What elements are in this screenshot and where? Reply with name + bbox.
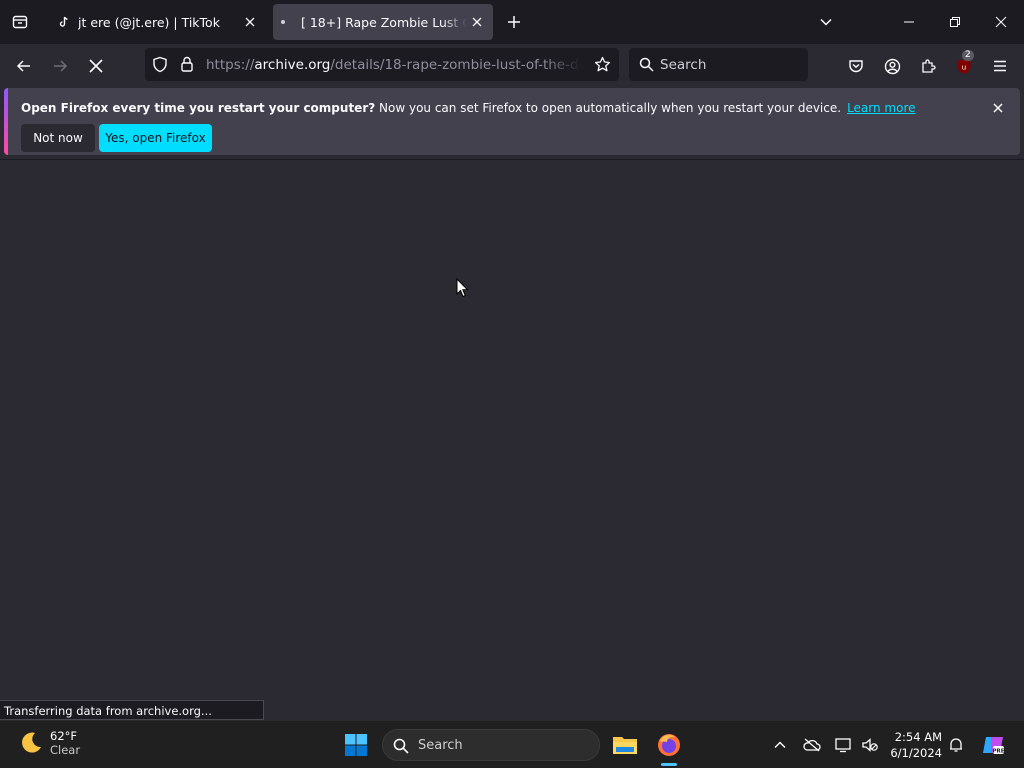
weather-temperature: 62°F <box>50 729 77 743</box>
bookmark-star-icon[interactable] <box>594 56 611 73</box>
tab-tiktok[interactable]: jt ere (@jt.ere) | TikTok <box>44 4 266 40</box>
weather-widget[interactable]: 62°F Clear <box>18 729 80 757</box>
tab-close-button[interactable] <box>469 14 485 30</box>
lock-icon <box>181 56 193 72</box>
restore-icon <box>950 17 960 27</box>
chevron-up-icon <box>774 741 786 748</box>
tab-close-button[interactable] <box>242 14 258 30</box>
firefox-view-icon <box>12 15 28 29</box>
pocket-button[interactable] <box>842 52 870 80</box>
search-icon <box>393 738 409 754</box>
arrow-left-icon <box>16 60 30 72</box>
close-icon <box>995 16 1007 28</box>
url-host: archive.org <box>254 57 331 73</box>
list-all-tabs-button[interactable] <box>814 10 838 34</box>
active-app-indicator <box>661 763 677 766</box>
stop-icon <box>89 59 103 73</box>
url-path: /details/18-rape-zombie-lust-of-the-dead… <box>330 57 581 73</box>
hamburger-menu-icon <box>994 60 1006 72</box>
copilot-icon: PRE <box>983 737 1005 755</box>
clock-time: 2:54 AM <box>894 730 942 744</box>
firefox-icon <box>658 734 680 756</box>
navigation-toolbar: https://archive.org/details/18-rape-zomb… <box>0 44 1024 86</box>
taskbar-search-placeholder: Search <box>418 738 463 753</box>
folder-icon <box>613 737 637 754</box>
notification-bar: Open Firefox every time you restart your… <box>4 88 1020 155</box>
account-button[interactable] <box>878 52 906 80</box>
url-text: https://archive.org/details/18-rape-zomb… <box>206 57 581 73</box>
extension-badge: 2 <box>962 50 974 61</box>
speaker-muted-icon <box>862 738 878 752</box>
shield-icon <box>153 56 167 73</box>
stop-button[interactable] <box>82 52 110 80</box>
tab-strip: jt ere (@jt.ere) | TikTok [ 18+] Rape Zo… <box>0 0 1024 44</box>
notification-close-button[interactable] <box>990 100 1006 116</box>
search-icon <box>639 57 654 72</box>
clock-date: 6/1/2024 <box>890 746 942 760</box>
status-panel: Transferring data from archive.org... <box>0 700 264 720</box>
tab-title: [ 18+] Rape Zombie Lust Of The Dead <box>301 14 467 30</box>
svg-text:PRE: PRE <box>992 749 1004 755</box>
yes-open-firefox-button[interactable]: Yes, open Firefox <box>99 124 212 152</box>
start-button[interactable] <box>344 733 368 761</box>
back-button[interactable] <box>10 52 38 80</box>
close-window-button[interactable] <box>978 0 1024 44</box>
notification-accent <box>4 88 8 155</box>
loading-dot-icon <box>281 20 285 24</box>
taskbar-search[interactable]: Search <box>382 729 600 761</box>
minimize-button[interactable] <box>886 0 932 44</box>
show-hidden-icons-button[interactable] <box>770 735 790 755</box>
puzzle-icon <box>922 59 936 73</box>
windows-logo-icon <box>345 734 367 756</box>
chevron-down-icon <box>820 18 832 26</box>
moon-icon <box>22 732 41 753</box>
extensions-button[interactable] <box>914 52 942 80</box>
taskbar: 62°F Clear Search 2:54 AM 6/1/2024 PRE <box>0 720 1024 768</box>
notifications-button[interactable] <box>946 735 966 755</box>
close-icon <box>993 103 1003 113</box>
close-icon <box>472 17 482 27</box>
volume-tray-button[interactable] <box>860 735 880 755</box>
pocket-icon <box>849 60 863 73</box>
page-content[interactable] <box>0 160 1024 720</box>
plus-icon <box>508 16 520 28</box>
learn-more-link[interactable]: Learn more <box>847 101 915 115</box>
search-bar[interactable]: Search <box>629 48 808 81</box>
copilot-button[interactable]: PRE <box>980 732 1006 758</box>
file-explorer-button[interactable] <box>609 729 641 761</box>
mouse-cursor-icon <box>456 278 469 298</box>
restore-button[interactable] <box>932 0 978 44</box>
address-bar[interactable]: https://archive.org/details/18-rape-zomb… <box>145 48 619 81</box>
firefox-taskbar-button[interactable] <box>653 729 685 761</box>
onedrive-tray-button[interactable] <box>802 735 822 755</box>
not-now-button[interactable]: Not now <box>21 124 95 152</box>
notification-text: Now you can set Firefox to open automati… <box>375 101 842 115</box>
account-icon <box>884 58 900 74</box>
notification-title: Open Firefox every time you restart your… <box>21 101 376 115</box>
new-tab-button[interactable] <box>502 10 526 34</box>
close-icon <box>245 17 255 27</box>
svg-text:u: u <box>962 63 966 71</box>
bell-icon <box>950 738 962 752</box>
tiktok-icon <box>59 16 68 27</box>
firefox-view-button[interactable] <box>8 10 32 34</box>
minimize-icon <box>904 21 914 23</box>
monitor-icon <box>835 738 851 753</box>
tab-title: jt ere (@jt.ere) | TikTok <box>78 14 220 30</box>
network-tray-button[interactable] <box>834 735 854 755</box>
url-scheme: https:// <box>206 57 255 73</box>
search-placeholder: Search <box>660 57 707 73</box>
system-clock[interactable]: 2:54 AM 6/1/2024 <box>886 729 942 761</box>
menu-button[interactable] <box>986 52 1014 80</box>
tab-archive[interactable]: [ 18+] Rape Zombie Lust Of The Dead <box>273 4 493 40</box>
forward-button[interactable] <box>46 52 74 80</box>
weather-condition: Clear <box>50 743 81 757</box>
notification-message: Open Firefox every time you restart your… <box>21 101 916 115</box>
cloud-off-icon <box>803 738 821 752</box>
arrow-right-icon <box>54 60 68 72</box>
